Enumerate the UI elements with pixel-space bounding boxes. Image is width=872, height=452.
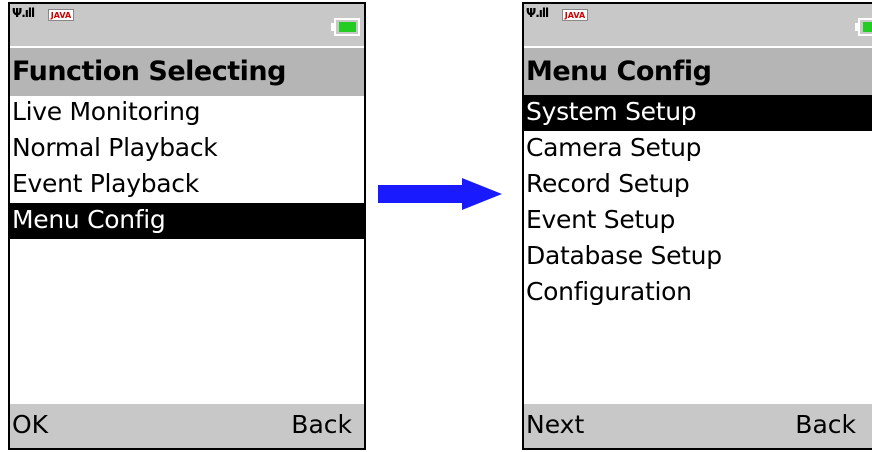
softkey-back-button[interactable]: Back (291, 410, 352, 439)
menu-list: Live Monitoring Normal Playback Event Pl… (10, 95, 364, 239)
menu-item-record-setup[interactable]: Record Setup (524, 167, 872, 203)
softkey-bar: Next Back (524, 404, 872, 448)
title-bar: Function Selecting (10, 48, 364, 96)
page-title: Function Selecting (12, 56, 286, 87)
page-title: Menu Config (526, 56, 712, 87)
softkey-bar: OK Back (10, 404, 364, 448)
right-arrow-icon (378, 178, 502, 210)
phone-screen-function-selecting: Ψ.ıll JAVA Function Selecting Live Monit… (8, 2, 366, 450)
menu-item-configuration[interactable]: Configuration (524, 275, 872, 311)
menu-item-system-setup[interactable]: System Setup (524, 95, 872, 131)
menu-item-event-playback[interactable]: Event Playback (10, 167, 364, 203)
title-bar: Menu Config (524, 48, 872, 96)
menu-item-database-setup[interactable]: Database Setup (524, 239, 872, 275)
java-badge: JAVA (48, 9, 74, 21)
menu-item-normal-playback[interactable]: Normal Playback (10, 131, 364, 167)
menu-list: System Setup Camera Setup Record Setup E… (524, 95, 872, 311)
menu-item-live-monitoring[interactable]: Live Monitoring (10, 95, 364, 131)
battery-icon (855, 18, 872, 36)
status-bar: Ψ.ıll JAVA (524, 4, 872, 46)
signal-icon: Ψ.ıll (12, 6, 35, 20)
softkey-next-button[interactable]: Next (526, 410, 584, 439)
status-bar: Ψ.ıll JAVA (10, 4, 364, 46)
menu-item-menu-config[interactable]: Menu Config (10, 203, 364, 239)
menu-item-camera-setup[interactable]: Camera Setup (524, 131, 872, 167)
menu-item-event-setup[interactable]: Event Setup (524, 203, 872, 239)
phone-screen-menu-config: Ψ.ıll JAVA Menu Config System Setup Came… (522, 2, 872, 450)
signal-icon: Ψ.ıll (526, 6, 549, 20)
softkey-back-button[interactable]: Back (795, 410, 856, 439)
java-badge: JAVA (562, 9, 588, 21)
softkey-ok-button[interactable]: OK (12, 410, 48, 439)
battery-icon (331, 18, 360, 36)
